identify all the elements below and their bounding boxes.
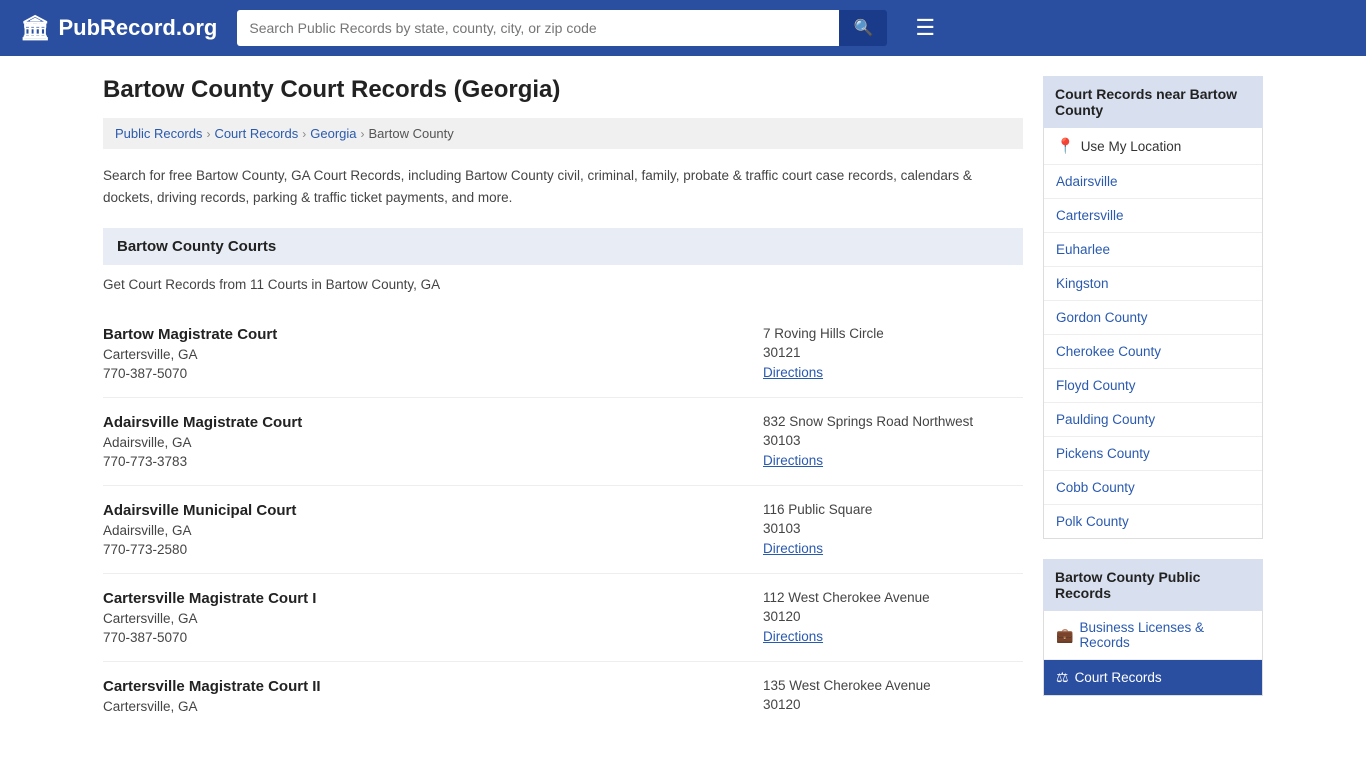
sidebar-nearby-item-6[interactable]: Floyd County bbox=[1044, 369, 1262, 403]
court-zip: 30103 bbox=[763, 433, 1023, 448]
court-entry: Bartow Magistrate Court Cartersville, GA… bbox=[103, 310, 1023, 398]
directions-link[interactable]: Directions bbox=[763, 453, 823, 468]
breadcrumb-sep-3: › bbox=[361, 127, 365, 141]
breadcrumb-current: Bartow County bbox=[369, 126, 454, 141]
court-right-3: 112 West Cherokee Avenue 30120 Direction… bbox=[763, 590, 1023, 645]
court-phone: 770-773-2580 bbox=[103, 542, 296, 557]
court-zip: 30120 bbox=[763, 609, 1023, 624]
court-left-3: Cartersville Magistrate Court I Cartersv… bbox=[103, 590, 316, 645]
court-city: Adairsville, GA bbox=[103, 435, 302, 450]
court-left-1: Adairsville Magistrate Court Adairsville… bbox=[103, 414, 302, 469]
court-right-1: 832 Snow Springs Road Northwest 30103 Di… bbox=[763, 414, 1023, 469]
sidebar-nearby-item-1[interactable]: Cartersville bbox=[1044, 199, 1262, 233]
content-area: Bartow County Court Records (Georgia) Pu… bbox=[103, 76, 1023, 734]
search-input[interactable] bbox=[237, 10, 839, 46]
menu-button[interactable]: ☰ bbox=[907, 11, 943, 45]
court-zip: 30121 bbox=[763, 345, 1023, 360]
sidebar-nearby-item-9[interactable]: Cobb County bbox=[1044, 471, 1262, 505]
court-name: Cartersville Magistrate Court I bbox=[103, 590, 316, 607]
use-location-label: Use My Location bbox=[1081, 139, 1182, 154]
sidebar-nearby-item-0[interactable]: Adairsville bbox=[1044, 165, 1262, 199]
court-left-4: Cartersville Magistrate Court II Carters… bbox=[103, 678, 321, 718]
directions-link[interactable]: Directions bbox=[763, 365, 823, 380]
nearby-header: Court Records near Bartow County bbox=[1043, 76, 1263, 128]
court-address: 832 Snow Springs Road Northwest bbox=[763, 414, 1023, 429]
sidebar-nearby-item-4[interactable]: Gordon County bbox=[1044, 301, 1262, 335]
breadcrumb-georgia[interactable]: Georgia bbox=[310, 126, 356, 141]
logo-icon: 🏛 bbox=[20, 14, 50, 43]
court-address: 7 Roving Hills Circle bbox=[763, 326, 1023, 341]
court-left-2: Adairsville Municipal Court Adairsville,… bbox=[103, 502, 296, 557]
sidebar-nearby-item-2[interactable]: Euharlee bbox=[1044, 233, 1262, 267]
court-left-0: Bartow Magistrate Court Cartersville, GA… bbox=[103, 326, 277, 381]
court-right-4: 135 West Cherokee Avenue 30120 bbox=[763, 678, 1023, 718]
nearby-list: 📍 Use My Location AdairsvilleCartersvill… bbox=[1043, 128, 1263, 539]
breadcrumb-sep-2: › bbox=[302, 127, 306, 141]
search-button[interactable]: 🔍 bbox=[839, 10, 887, 46]
court-zip: 30103 bbox=[763, 521, 1023, 536]
sidebar: Court Records near Bartow County 📍 Use M… bbox=[1043, 76, 1263, 734]
court-name: Bartow Magistrate Court bbox=[103, 326, 277, 343]
public-record-label-0: Business Licenses & Records bbox=[1079, 620, 1250, 650]
court-name: Adairsville Magistrate Court bbox=[103, 414, 302, 431]
court-city: Cartersville, GA bbox=[103, 611, 316, 626]
court-directions[interactable]: Directions bbox=[763, 452, 1023, 468]
sidebar-public-record-item-0[interactable]: 💼 Business Licenses & Records bbox=[1044, 611, 1262, 660]
court-name: Adairsville Municipal Court bbox=[103, 502, 296, 519]
courts-list: Bartow Magistrate Court Cartersville, GA… bbox=[103, 310, 1023, 734]
public-records-list: 💼 Business Licenses & Records ⚖ Court Recor… bbox=[1043, 611, 1263, 696]
court-entry: Adairsville Municipal Court Adairsville,… bbox=[103, 486, 1023, 574]
search-container: 🔍 bbox=[237, 10, 887, 46]
court-name: Cartersville Magistrate Court II bbox=[103, 678, 321, 695]
sidebar-nearby-item-3[interactable]: Kingston bbox=[1044, 267, 1262, 301]
public-record-label-1: Court Records bbox=[1075, 670, 1162, 685]
use-my-location[interactable]: 📍 Use My Location bbox=[1044, 128, 1262, 165]
main-container: Bartow County Court Records (Georgia) Pu… bbox=[83, 56, 1283, 754]
court-phone: 770-773-3783 bbox=[103, 454, 302, 469]
menu-icon: ☰ bbox=[915, 15, 935, 40]
directions-link[interactable]: Directions bbox=[763, 629, 823, 644]
court-address: 112 West Cherokee Avenue bbox=[763, 590, 1023, 605]
court-directions[interactable]: Directions bbox=[763, 628, 1023, 644]
court-entry: Cartersville Magistrate Court II Carters… bbox=[103, 662, 1023, 734]
court-city: Cartersville, GA bbox=[103, 347, 277, 362]
sidebar-nearby-item-8[interactable]: Pickens County bbox=[1044, 437, 1262, 471]
court-phone: 770-387-5070 bbox=[103, 630, 316, 645]
page-description: Search for free Bartow County, GA Court … bbox=[103, 165, 1023, 208]
court-city: Adairsville, GA bbox=[103, 523, 296, 538]
public-record-icon-1: ⚖ bbox=[1056, 669, 1069, 686]
breadcrumb-public-records[interactable]: Public Records bbox=[115, 126, 202, 141]
directions-link[interactable]: Directions bbox=[763, 541, 823, 556]
breadcrumb: Public Records › Court Records › Georgia… bbox=[103, 118, 1023, 149]
breadcrumb-sep-1: › bbox=[206, 127, 210, 141]
courts-section-header: Bartow County Courts bbox=[103, 228, 1023, 265]
court-directions[interactable]: Directions bbox=[763, 540, 1023, 556]
sidebar-nearby-item-5[interactable]: Cherokee County bbox=[1044, 335, 1262, 369]
sidebar-nearby-item-7[interactable]: Paulding County bbox=[1044, 403, 1262, 437]
search-icon: 🔍 bbox=[853, 20, 873, 37]
logo-text: PubRecord.org bbox=[58, 15, 217, 41]
court-address: 116 Public Square bbox=[763, 502, 1023, 517]
location-pin-icon: 📍 bbox=[1056, 137, 1075, 155]
page-title: Bartow County Court Records (Georgia) bbox=[103, 76, 1023, 104]
logo[interactable]: 🏛 PubRecord.org bbox=[20, 14, 217, 43]
court-entry: Cartersville Magistrate Court I Cartersv… bbox=[103, 574, 1023, 662]
sidebar-nearby-item-10[interactable]: Polk County bbox=[1044, 505, 1262, 538]
courts-count: Get Court Records from 11 Courts in Bart… bbox=[103, 277, 1023, 292]
court-directions[interactable]: Directions bbox=[763, 364, 1023, 380]
court-city: Cartersville, GA bbox=[103, 699, 321, 714]
court-right-0: 7 Roving Hills Circle 30121 Directions bbox=[763, 326, 1023, 381]
header: 🏛 PubRecord.org 🔍 ☰ bbox=[0, 0, 1366, 56]
court-phone: 770-387-5070 bbox=[103, 366, 277, 381]
public-records-header: Bartow County Public Records bbox=[1043, 559, 1263, 611]
court-entry: Adairsville Magistrate Court Adairsville… bbox=[103, 398, 1023, 486]
court-zip: 30120 bbox=[763, 697, 1023, 712]
court-right-2: 116 Public Square 30103 Directions bbox=[763, 502, 1023, 557]
court-address: 135 West Cherokee Avenue bbox=[763, 678, 1023, 693]
public-record-icon-0: 💼 bbox=[1056, 627, 1073, 644]
sidebar-public-record-item-1[interactable]: ⚖ Court Records bbox=[1044, 660, 1262, 695]
breadcrumb-court-records[interactable]: Court Records bbox=[214, 126, 298, 141]
